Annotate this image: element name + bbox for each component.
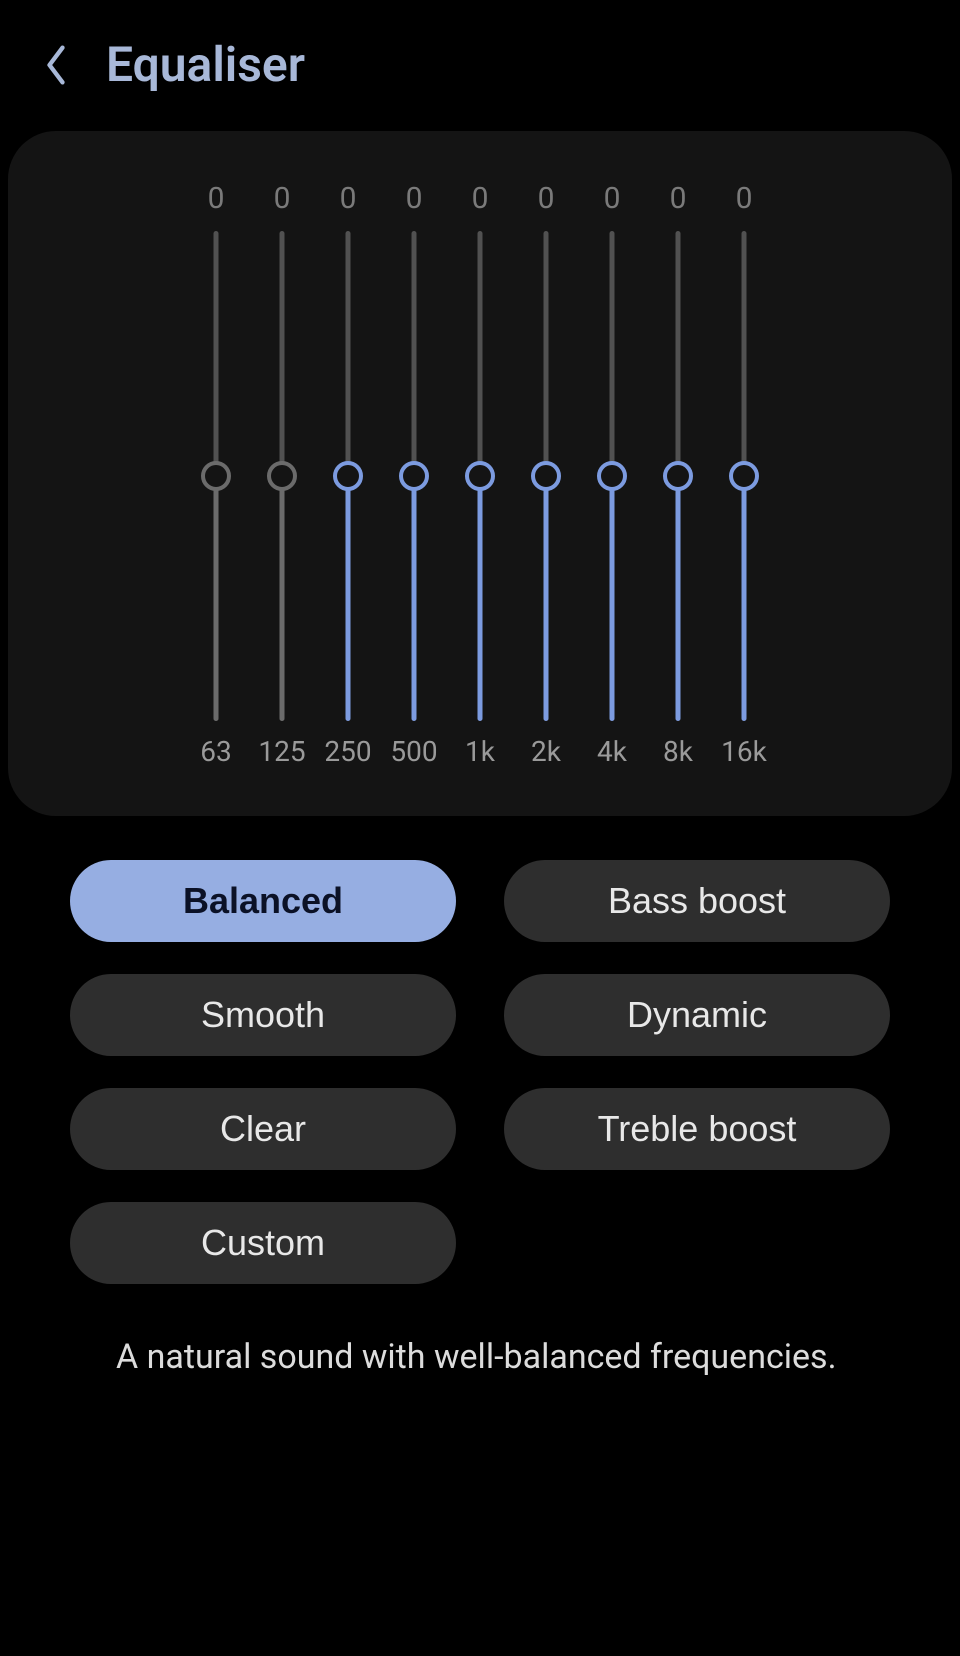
eq-slider[interactable] [399,231,429,721]
eq-band-8k: 0 8k [663,181,693,768]
eq-slider-thumb[interactable] [597,461,627,491]
preset-custom-button[interactable]: Custom [70,1202,456,1284]
eq-slider[interactable] [201,231,231,721]
page-title: Equaliser [106,36,305,93]
eq-band-freq-label: 250 [324,735,371,768]
eq-band-freq-label: 4k [597,735,627,768]
eq-band-2k: 0 2k [531,181,561,768]
eq-band-250: 0250 [333,181,363,768]
eq-band-freq-label: 1k [465,735,495,768]
equalizer-sliders: 06301250250050001k02k04k08k016k [68,181,892,768]
eq-slider[interactable] [597,231,627,721]
preset-dynamic-button[interactable]: Dynamic [504,974,890,1056]
eq-band-500: 0500 [399,181,429,768]
eq-band-value: 0 [208,181,225,219]
preset-treble-boost-button[interactable]: Treble boost [504,1088,890,1170]
preset-bass-boost-button[interactable]: Bass boost [504,860,890,942]
eq-band-freq-label: 63 [200,735,231,768]
eq-slider[interactable] [267,231,297,721]
eq-band-freq-label: 2k [531,735,561,768]
eq-band-value: 0 [604,181,621,219]
eq-slider[interactable] [729,231,759,721]
header: Equaliser [0,0,960,123]
eq-band-value: 0 [340,181,357,219]
eq-band-freq-label: 125 [258,735,305,768]
equalizer-card: 06301250250050001k02k04k08k016k [8,131,952,816]
eq-band-value: 0 [406,181,423,219]
eq-band-16k: 016k [729,181,759,768]
eq-band-value: 0 [274,181,291,219]
chevron-left-icon [43,43,69,87]
eq-band-125: 0125 [267,181,297,768]
eq-slider[interactable] [663,231,693,721]
eq-band-value: 0 [670,181,687,219]
eq-slider-thumb[interactable] [729,461,759,491]
eq-band-value: 0 [472,181,489,219]
eq-slider-thumb[interactable] [267,461,297,491]
preset-balanced-button[interactable]: Balanced [70,860,456,942]
eq-slider-thumb[interactable] [531,461,561,491]
preset-clear-button[interactable]: Clear [70,1088,456,1170]
preset-grid: Balanced Bass boost Smooth Dynamic Clear Treb… [0,816,960,1284]
eq-slider[interactable] [531,231,561,721]
preset-smooth-button[interactable]: Smooth [70,974,456,1056]
eq-band-4k: 0 4k [597,181,627,768]
eq-slider-thumb[interactable] [663,461,693,491]
eq-band-value: 0 [736,181,753,219]
eq-band-63: 0 63 [201,181,231,768]
eq-band-value: 0 [538,181,555,219]
eq-slider-thumb[interactable] [201,461,231,491]
eq-band-freq-label: 8k [663,735,693,768]
eq-slider-thumb[interactable] [399,461,429,491]
eq-band-freq-label: 500 [390,735,437,768]
eq-band-1k: 0 1k [465,181,495,768]
eq-slider-thumb[interactable] [465,461,495,491]
eq-slider[interactable] [465,231,495,721]
eq-slider[interactable] [333,231,363,721]
eq-band-freq-label: 16k [721,735,767,768]
back-button[interactable] [36,45,76,85]
preset-description: A natural sound with well-balanced frequ… [0,1284,960,1382]
eq-slider-thumb[interactable] [333,461,363,491]
